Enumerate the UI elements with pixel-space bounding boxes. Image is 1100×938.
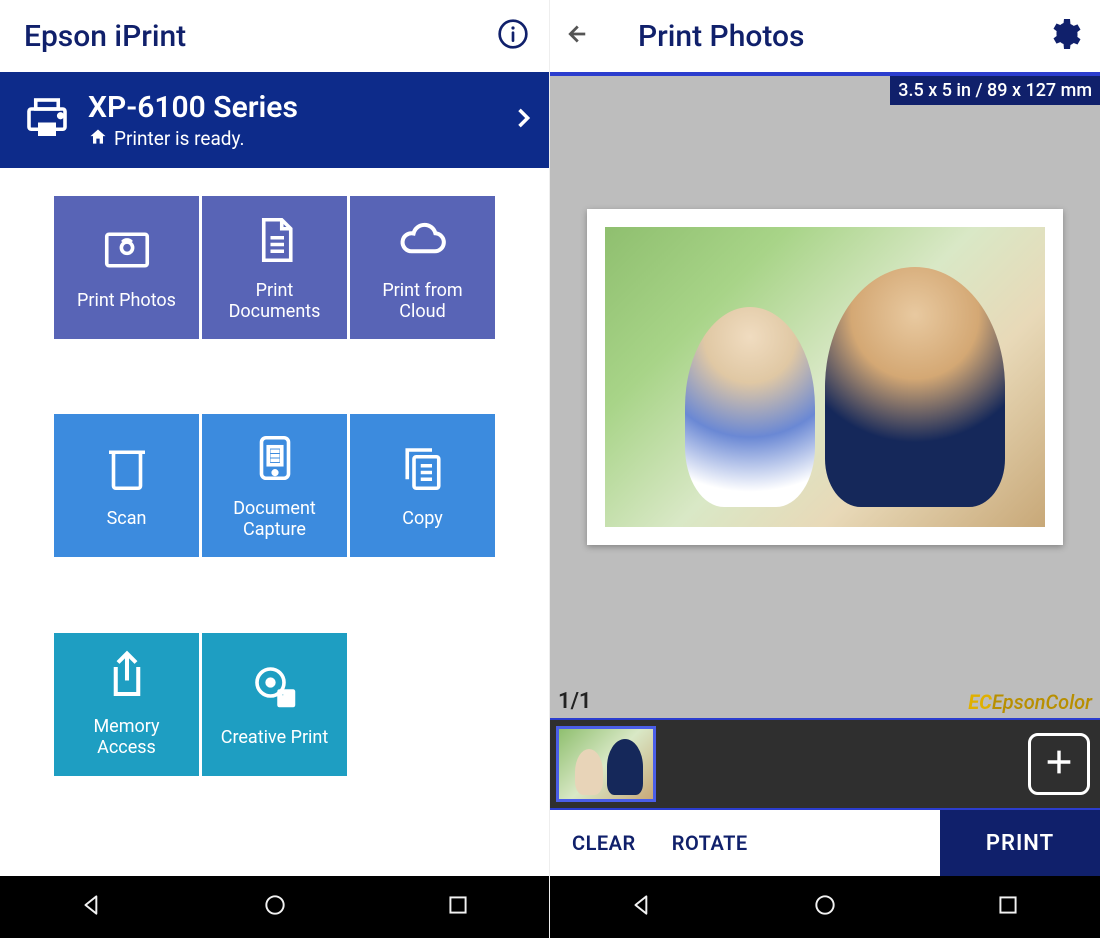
thumbnail-selected[interactable] bbox=[556, 726, 656, 802]
gear-icon[interactable] bbox=[1046, 16, 1082, 56]
print-button[interactable]: PRINT bbox=[940, 810, 1100, 876]
back-icon[interactable] bbox=[564, 19, 594, 53]
nav-recent-icon[interactable] bbox=[445, 892, 471, 922]
info-icon[interactable] bbox=[497, 18, 529, 54]
nav-home-icon[interactable] bbox=[812, 892, 838, 922]
tile-label: Print Documents bbox=[210, 281, 339, 322]
creative-icon bbox=[248, 660, 302, 728]
printer-model: XP-6100 Series bbox=[88, 90, 509, 125]
android-navbar bbox=[0, 876, 549, 938]
rotate-button[interactable]: ROTATE bbox=[672, 831, 748, 855]
cloud-icon bbox=[396, 213, 450, 281]
thumbnail-strip bbox=[550, 718, 1100, 810]
preview-footer: 1/1 ECEpsonColor bbox=[550, 678, 1100, 718]
printer-info: XP-6100 Series Printer is ready. bbox=[88, 90, 509, 151]
tile-label: Memory Access bbox=[62, 717, 191, 758]
scan-icon bbox=[100, 441, 154, 509]
tile-label: Scan bbox=[107, 509, 147, 530]
printer-status: Printer is ready. bbox=[114, 127, 245, 150]
tile-label: Print from Cloud bbox=[358, 281, 487, 322]
clear-button[interactable]: CLEAR bbox=[572, 831, 636, 855]
copy-icon bbox=[396, 441, 450, 509]
preview-area: 3.5 x 5 in / 89 x 127 mm 1/1 ECEpsonColo… bbox=[550, 72, 1100, 718]
memory-icon bbox=[100, 649, 154, 717]
add-photo-button[interactable] bbox=[1028, 733, 1090, 795]
photo-preview bbox=[605, 227, 1045, 527]
tile-print-photos[interactable]: Print Photos bbox=[54, 196, 199, 339]
nav-recent-icon[interactable] bbox=[995, 892, 1021, 922]
tile-scan[interactable]: Scan bbox=[54, 414, 199, 557]
tile-copy[interactable]: Copy bbox=[350, 414, 495, 557]
action-grid: Print Photos Print Documents Print from … bbox=[0, 168, 549, 876]
nav-back-icon[interactable] bbox=[629, 892, 655, 922]
preview-canvas[interactable] bbox=[550, 76, 1100, 678]
page-counter: 1/1 bbox=[558, 689, 592, 714]
detail-title: Print Photos bbox=[638, 19, 1046, 54]
tile-label: Creative Print bbox=[221, 728, 329, 749]
app-title: Epson iPrint bbox=[24, 19, 186, 54]
capture-icon bbox=[248, 431, 302, 499]
nav-back-icon[interactable] bbox=[79, 892, 105, 922]
app-header: Epson iPrint bbox=[0, 0, 549, 72]
epson-color-logo: ECEpsonColor bbox=[968, 690, 1092, 714]
bottom-toolbar: CLEAR ROTATE PRINT bbox=[550, 810, 1100, 876]
chevron-right-icon bbox=[509, 104, 537, 136]
document-icon bbox=[248, 213, 302, 281]
home-screen: Epson iPrint XP-6100 Series bbox=[0, 0, 550, 938]
android-navbar bbox=[550, 876, 1100, 938]
tile-creative-print[interactable]: Creative Print bbox=[202, 633, 347, 776]
print-photos-screen: Print Photos 3.5 x 5 in / 89 x 127 mm 1/… bbox=[550, 0, 1100, 938]
plus-icon bbox=[1042, 745, 1076, 783]
detail-header: Print Photos bbox=[550, 0, 1100, 72]
printer-icon bbox=[20, 91, 88, 149]
tile-memory-access[interactable]: Memory Access bbox=[54, 633, 199, 776]
home-icon bbox=[88, 127, 108, 151]
tile-label: Copy bbox=[402, 509, 443, 530]
photo-icon bbox=[100, 223, 154, 291]
tile-print-documents[interactable]: Print Documents bbox=[202, 196, 347, 339]
nav-home-icon[interactable] bbox=[262, 892, 288, 922]
tile-document-capture[interactable]: Document Capture bbox=[202, 414, 347, 557]
tile-label: Print Photos bbox=[77, 291, 176, 312]
photo-frame bbox=[587, 209, 1063, 545]
printer-banner[interactable]: XP-6100 Series Printer is ready. bbox=[0, 72, 549, 168]
tile-print-from-cloud[interactable]: Print from Cloud bbox=[350, 196, 495, 339]
tile-label: Document Capture bbox=[210, 499, 339, 540]
